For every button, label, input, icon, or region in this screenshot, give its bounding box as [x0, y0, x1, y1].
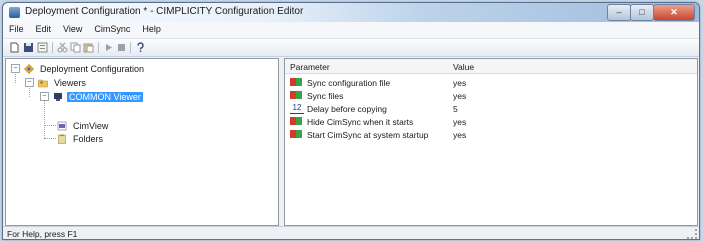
tree-label-deployment-configuration: Deployment Configuration	[40, 63, 145, 74]
number-icon: 12	[290, 103, 304, 114]
paste-icon[interactable]	[83, 42, 94, 53]
stop-icon[interactable]	[116, 42, 127, 53]
parameter-cell: Sync configuration file	[307, 78, 391, 88]
column-header-value[interactable]: Value	[453, 62, 474, 72]
maximize-button[interactable]: □	[630, 4, 654, 21]
tree-line	[44, 125, 56, 126]
menu-help[interactable]: Help	[136, 22, 167, 38]
menu-cimsync[interactable]: CimSync	[88, 22, 136, 38]
menu-file[interactable]: File	[3, 22, 30, 38]
menu-bar: File Edit View CimSync Help	[3, 22, 699, 39]
toolbar-separator	[98, 42, 99, 53]
value-cell[interactable]: yes	[453, 117, 466, 127]
collapse-icon[interactable]: –	[11, 64, 20, 73]
bool-icon	[290, 130, 302, 138]
tree-node-folders[interactable]: Folders	[57, 132, 105, 145]
grid-row[interactable]: Hide CimSync when it starts yes	[285, 116, 697, 128]
copy-icon[interactable]	[70, 42, 81, 53]
grid-row[interactable]: Start CimSync at system startup yes	[285, 129, 697, 141]
window-controls: – □ ✕	[607, 4, 695, 21]
grid-header: Parameter Value	[285, 59, 697, 74]
tree-line	[44, 138, 56, 139]
toolbar	[3, 39, 699, 57]
value-cell[interactable]: yes	[453, 130, 466, 140]
grid-row[interactable]: Sync configuration file yes	[285, 77, 697, 89]
app-icon	[9, 7, 20, 18]
value-cell[interactable]: 5	[453, 104, 458, 114]
minimize-button[interactable]: –	[607, 4, 631, 21]
collapse-icon[interactable]: –	[25, 78, 34, 87]
bool-icon	[290, 91, 302, 99]
bool-icon	[290, 78, 302, 86]
title-bar[interactable]: Deployment Configuration * - CIMPLICITY …	[3, 3, 699, 22]
tree-panel: – Deployment Configuration – Viewers – C…	[5, 58, 279, 226]
deployment-icon	[24, 63, 34, 74]
tree-label-common-viewer: COMMON Viewer	[67, 91, 143, 102]
value-cell[interactable]: yes	[453, 78, 466, 88]
tree-label-folders: Folders	[73, 133, 104, 144]
menu-edit[interactable]: Edit	[30, 22, 58, 38]
toolbar-separator	[130, 42, 131, 53]
tree-label-viewers: Viewers	[54, 77, 86, 88]
menu-view[interactable]: View	[57, 22, 88, 38]
status-bar: For Help, press F1	[3, 226, 699, 239]
window-title: Deployment Configuration * - CIMPLICITY …	[25, 6, 304, 17]
new-icon[interactable]	[9, 42, 20, 53]
parameter-grid: Parameter Value Sync configuration file …	[284, 58, 698, 226]
help-icon[interactable]	[135, 42, 146, 53]
tree-node-viewers[interactable]: – Viewers	[25, 76, 88, 89]
status-text: For Help, press F1	[7, 229, 78, 239]
tree-node-common-viewer[interactable]: – COMMON Viewer	[40, 90, 143, 103]
tree-line	[44, 98, 45, 138]
folders-icon	[58, 134, 66, 144]
play-icon[interactable]	[103, 42, 114, 53]
viewers-folder-icon	[38, 79, 48, 87]
tree-node-deployment-configuration[interactable]: – Deployment Configuration	[11, 62, 146, 75]
parameter-cell: Sync files	[307, 91, 344, 101]
grid-row[interactable]: Sync files yes	[285, 90, 697, 102]
properties-icon[interactable]	[37, 42, 48, 53]
value-cell[interactable]: yes	[453, 91, 466, 101]
column-header-parameter[interactable]: Parameter	[290, 62, 330, 72]
parameter-cell: Delay before copying	[307, 104, 387, 114]
viewer-icon	[54, 92, 62, 101]
toolbar-separator	[52, 42, 53, 53]
cut-icon[interactable]	[57, 42, 68, 53]
resize-grip-icon[interactable]	[687, 229, 697, 239]
save-icon[interactable]	[23, 42, 34, 53]
tree-node-cimview[interactable]: CimView	[57, 119, 110, 132]
close-button[interactable]: ✕	[653, 4, 695, 21]
parameter-cell: Start CimSync at system startup	[307, 130, 429, 140]
collapse-icon[interactable]: –	[40, 92, 49, 101]
grid-row[interactable]: 12 Delay before copying 5	[285, 103, 697, 115]
parameter-cell: Hide CimSync when it starts	[307, 117, 414, 127]
main-window: Deployment Configuration * - CIMPLICITY …	[2, 2, 700, 240]
bool-icon	[290, 117, 302, 125]
cimview-icon	[57, 121, 67, 130]
tree-label-cimview: CimView	[73, 120, 109, 131]
